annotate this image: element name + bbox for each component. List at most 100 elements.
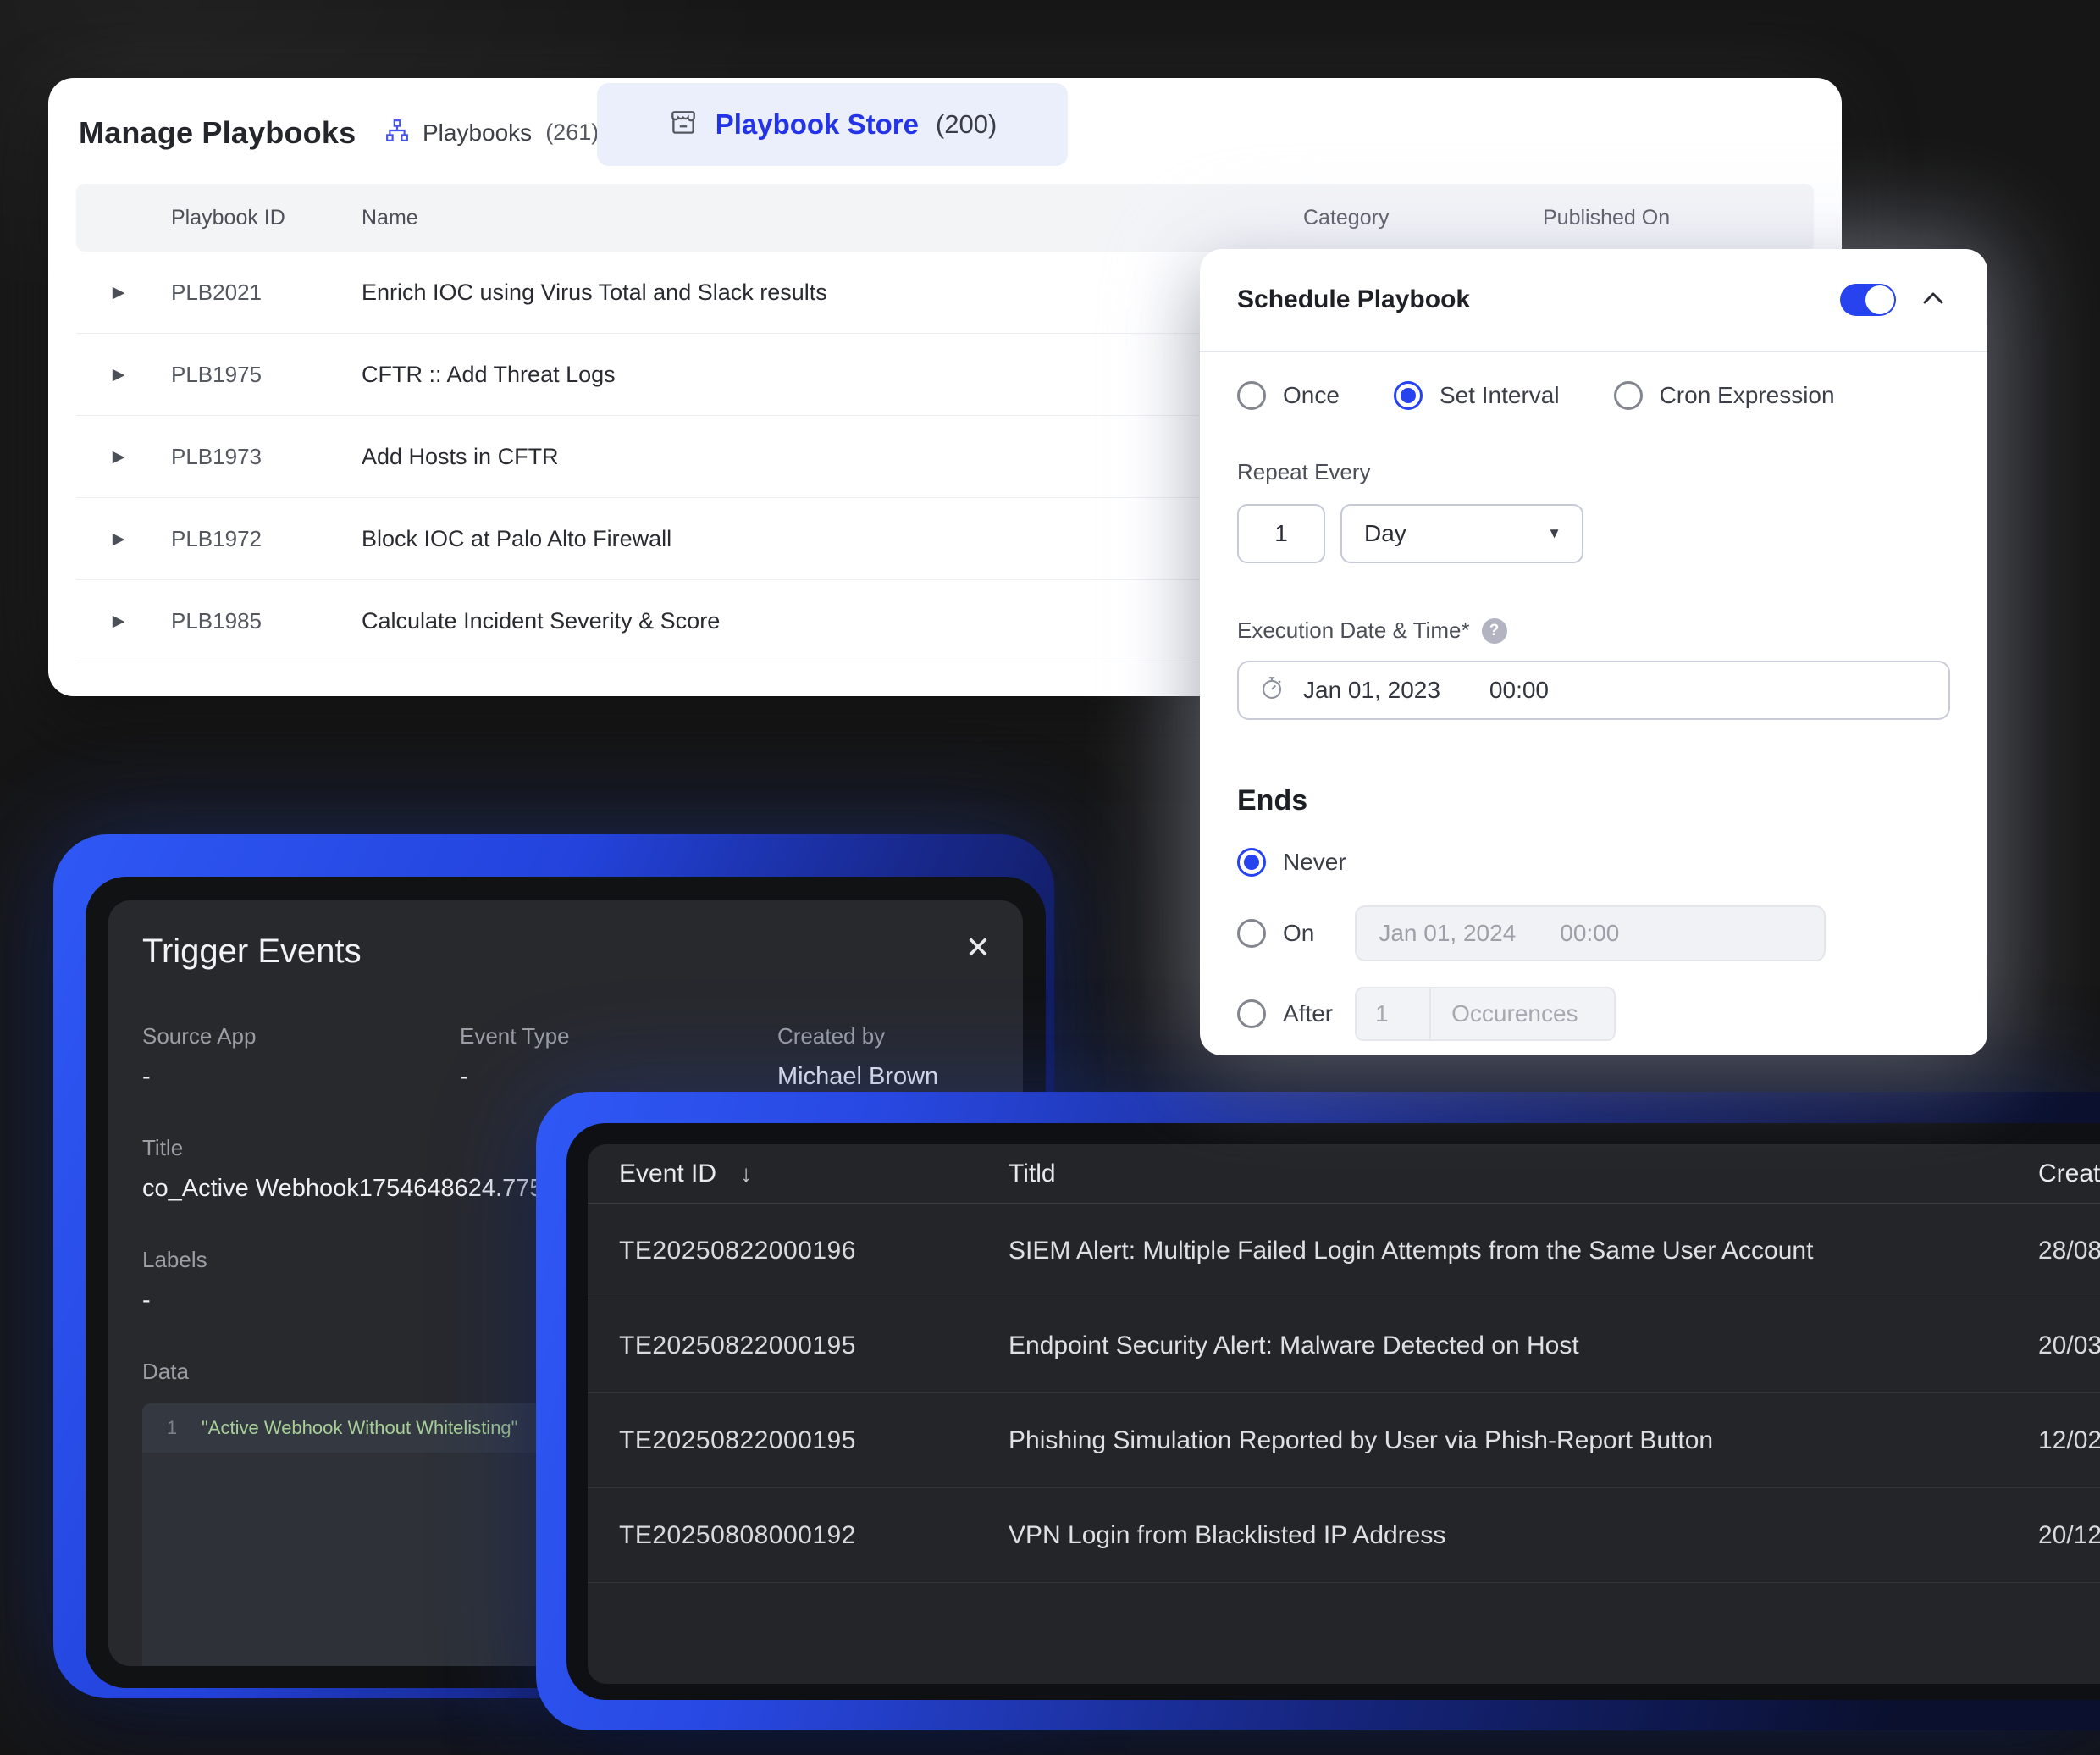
radio-set-interval[interactable]: Set Interval bbox=[1394, 381, 1560, 410]
event-row[interactable]: TE20250822000195 Phishing Simulation Rep… bbox=[588, 1393, 2100, 1488]
stopwatch-icon bbox=[1259, 675, 1285, 706]
execution-datetime-input[interactable]: Jan 01, 2023 00:00 bbox=[1237, 661, 1950, 720]
repeat-inputs: 1 Day ▼ bbox=[1237, 504, 1950, 563]
code-string: "Active Webhook Without Whitelisting" bbox=[202, 1417, 517, 1439]
radio-on[interactable]: On bbox=[1237, 919, 1314, 948]
radio-circle bbox=[1614, 381, 1643, 410]
repeat-unit-select[interactable]: Day ▼ bbox=[1340, 504, 1583, 563]
tab-playbooks[interactable]: Playbooks (261) bbox=[385, 119, 599, 147]
radio-label: Set Interval bbox=[1440, 382, 1560, 409]
row-expand-icon[interactable]: ▶ bbox=[76, 612, 161, 631]
radio-circle bbox=[1237, 381, 1266, 410]
col-title[interactable]: Titld bbox=[1009, 1160, 2038, 1188]
schedule-header: Schedule Playbook bbox=[1237, 249, 1950, 351]
radio-label: On bbox=[1283, 920, 1314, 947]
row-expand-icon[interactable]: ▶ bbox=[76, 529, 161, 549]
ends-after-row: After 1 Occurences bbox=[1237, 987, 1950, 1041]
created-by-label: Created by bbox=[777, 1023, 989, 1049]
radio-label: Once bbox=[1283, 382, 1340, 409]
end-on-datetime-input[interactable]: Jan 01, 2024 00:00 bbox=[1355, 905, 1826, 961]
radio-circle bbox=[1237, 999, 1266, 1028]
col-playbook-id: Playbook ID bbox=[161, 206, 351, 230]
event-id: TE20250822000195 bbox=[619, 1331, 1009, 1360]
events-gradient-frame: Event ID ↓ Titld Creat TE20250822000196 … bbox=[536, 1092, 2100, 1730]
event-row[interactable]: TE20250822000196 SIEM Alert: Multiple Fa… bbox=[588, 1204, 2100, 1298]
playbook-name: Block IOC at Palo Alto Firewall bbox=[351, 526, 1293, 552]
event-title: Endpoint Security Alert: Malware Detecte… bbox=[1009, 1331, 2038, 1360]
schedule-mode-radios: Once Set Interval Cron Expression bbox=[1237, 381, 1950, 410]
help-icon[interactable]: ? bbox=[1482, 618, 1507, 644]
schedule-toggle[interactable] bbox=[1840, 284, 1896, 316]
row-expand-icon[interactable]: ▶ bbox=[76, 447, 161, 467]
playbook-id: PLB1973 bbox=[161, 444, 351, 470]
playbook-name: Enrich IOC using Virus Total and Slack r… bbox=[351, 280, 1293, 306]
radio-once[interactable]: Once bbox=[1237, 381, 1340, 410]
tab-store-count: (200) bbox=[936, 109, 997, 140]
event-date: 20/03 bbox=[2038, 1331, 2100, 1360]
events-frame-inner: Event ID ↓ Titld Creat TE20250822000196 … bbox=[566, 1123, 2100, 1700]
trigger-events-title: Trigger Events bbox=[142, 933, 989, 971]
event-id: TE20250822000195 bbox=[619, 1426, 1009, 1455]
meta-source-app: Source App - bbox=[142, 1023, 460, 1091]
close-icon[interactable]: ✕ bbox=[965, 933, 991, 963]
sitemap-icon bbox=[385, 119, 409, 147]
playbook-name: CFTR :: Add Threat Logs bbox=[351, 362, 1293, 388]
radio-circle bbox=[1237, 919, 1266, 948]
event-title: Phishing Simulation Reported by User via… bbox=[1009, 1426, 2038, 1455]
storefront-icon bbox=[668, 108, 699, 142]
playbook-name: Add Hosts in CFTR bbox=[351, 444, 1293, 470]
meta-created-by: Created by Michael Brown bbox=[777, 1023, 989, 1091]
collapse-button[interactable] bbox=[1916, 283, 1950, 317]
execution-datetime-label: Execution Date & Time* bbox=[1237, 617, 1470, 644]
event-type-value: - bbox=[460, 1063, 777, 1091]
tab-playbooks-count: (261) bbox=[545, 119, 599, 146]
event-row[interactable]: TE20250808000192 VPN Login from Blacklis… bbox=[588, 1488, 2100, 1583]
event-date: 20/12 bbox=[2038, 1521, 2100, 1550]
divider bbox=[1200, 351, 1987, 352]
tab-playbook-store[interactable]: Playbook Store (200) bbox=[597, 83, 1068, 166]
sort-descending-icon[interactable]: ↓ bbox=[740, 1160, 752, 1188]
source-app-label: Source App bbox=[142, 1023, 460, 1049]
col-name: Name bbox=[351, 206, 1293, 230]
repeat-every-label: Repeat Every bbox=[1237, 459, 1950, 485]
after-occurrences-input[interactable]: 1 Occurences bbox=[1355, 987, 1616, 1041]
event-type-label: Event Type bbox=[460, 1023, 777, 1049]
playbook-id: PLB2021 bbox=[161, 280, 351, 306]
col-event-id[interactable]: Event ID ↓ bbox=[619, 1160, 1009, 1188]
events-table-panel: Event ID ↓ Titld Creat TE20250822000196 … bbox=[588, 1144, 2100, 1684]
after-unit-placeholder: Occurences bbox=[1431, 988, 1614, 1039]
playbook-name: Calculate Incident Severity & Score bbox=[351, 608, 1293, 634]
playbook-id: PLB1975 bbox=[161, 362, 351, 388]
radio-cron-expression[interactable]: Cron Expression bbox=[1614, 381, 1835, 410]
execution-time-value: 00:00 bbox=[1489, 677, 1549, 704]
repeat-count-input[interactable]: 1 bbox=[1237, 504, 1325, 563]
radio-never[interactable]: Never bbox=[1237, 848, 1346, 877]
page-title: Manage Playbooks bbox=[79, 115, 356, 151]
radio-label: Never bbox=[1283, 849, 1346, 876]
screenshot-stage: Manage Playbooks Playbooks (261) bbox=[0, 0, 2100, 1755]
radio-circle-checked bbox=[1237, 848, 1266, 877]
event-date: 28/08 bbox=[2038, 1237, 2100, 1265]
event-id: TE20250822000196 bbox=[619, 1237, 1009, 1265]
radio-after[interactable]: After bbox=[1237, 999, 1333, 1028]
event-title: SIEM Alert: Multiple Failed Login Attemp… bbox=[1009, 1237, 2038, 1265]
event-row[interactable]: TE20250822000195 Endpoint Security Alert… bbox=[588, 1298, 2100, 1393]
row-expand-icon[interactable]: ▶ bbox=[76, 283, 161, 302]
ends-on-row: On Jan 01, 2024 00:00 bbox=[1237, 905, 1950, 961]
ends-never-row: Never bbox=[1237, 848, 1950, 877]
playbook-id: PLB1985 bbox=[161, 608, 351, 634]
radio-label: After bbox=[1283, 1000, 1333, 1027]
playbook-id: PLB1972 bbox=[161, 526, 351, 552]
playbooks-table-header: Playbook ID Name Category Published On bbox=[76, 184, 1814, 252]
after-count-value: 1 bbox=[1357, 988, 1431, 1039]
event-id-header-label: Event ID bbox=[619, 1160, 716, 1188]
radio-circle-checked bbox=[1394, 381, 1423, 410]
execution-label-row: Execution Date & Time* ? bbox=[1237, 617, 1950, 644]
col-created[interactable]: Creat bbox=[2038, 1160, 2100, 1188]
tab-playbooks-label: Playbooks bbox=[423, 119, 532, 147]
schedule-playbook-card: Schedule Playbook Once Set Interval bbox=[1200, 249, 1987, 1055]
event-id: TE20250808000192 bbox=[619, 1521, 1009, 1550]
row-expand-icon[interactable]: ▶ bbox=[76, 365, 161, 385]
meta-event-type: Event Type - bbox=[460, 1023, 777, 1091]
line-number: 1 bbox=[142, 1417, 202, 1439]
